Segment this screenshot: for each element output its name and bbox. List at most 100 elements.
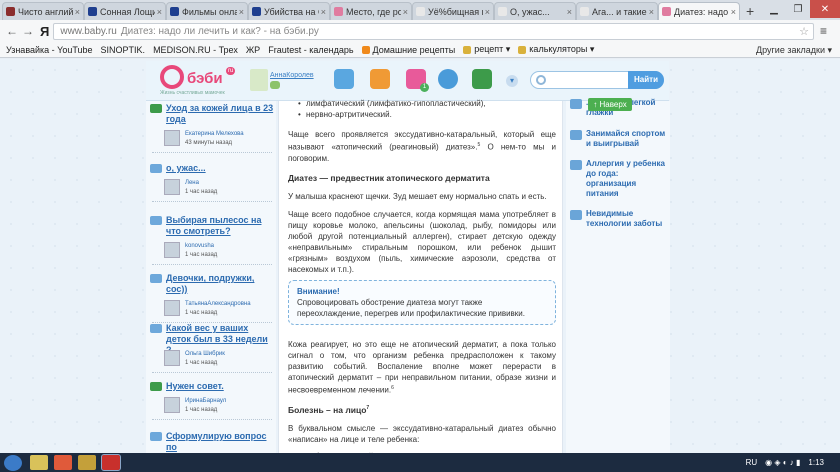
tab-close-icon[interactable]: × — [485, 7, 490, 17]
avatar[interactable] — [164, 397, 180, 413]
bookmark-item[interactable]: SINOPTIK. — [101, 45, 146, 55]
bookmark-label: калькуляторы ▾ — [529, 44, 595, 54]
app-icon[interactable] — [54, 455, 72, 470]
url-field[interactable]: www.baby.ru Диатез: надо ли лечить и как… — [53, 22, 814, 40]
related-link[interactable]: Невидимые технологии заботы — [586, 209, 668, 229]
explorer-icon[interactable] — [30, 455, 48, 470]
search-button[interactable]: Найти — [628, 71, 664, 89]
avatar[interactable] — [250, 69, 268, 91]
logo-circle-icon — [160, 65, 184, 89]
topic-author[interactable]: ИринаБарнаул — [185, 398, 226, 404]
clock[interactable]: 1:13 — [808, 458, 824, 467]
tab-title: Чисто английск — [18, 6, 73, 17]
back-icon[interactable]: ← — [4, 24, 20, 38]
topic-title[interactable]: Выбирая пылесос на что смотреть? — [166, 215, 274, 237]
chat-icon — [150, 216, 162, 225]
computer-icon[interactable] — [472, 69, 492, 89]
avatar[interactable] — [164, 242, 180, 258]
bookmark-item[interactable]: ЖР — [246, 45, 260, 55]
topic-author[interactable]: ТатьянаАлександровна — [185, 301, 251, 307]
other-bookmarks[interactable]: Другие закладки ▾ — [756, 45, 832, 56]
minimize-icon[interactable]: ▁ — [762, 0, 786, 18]
topic-title[interactable]: Девочки, подружки, сос)) — [166, 273, 274, 295]
browser-app-icon[interactable] — [101, 454, 121, 471]
baby-icon[interactable] — [370, 69, 390, 89]
chat-icon — [150, 274, 162, 283]
avatar[interactable] — [164, 130, 180, 146]
topic-title[interactable]: Нужен совет. — [166, 381, 274, 392]
topic-author[interactable]: Екатерина Мелехова — [185, 131, 244, 137]
tab-title: О, ужас... — [510, 6, 550, 17]
forward-icon[interactable]: → — [20, 24, 36, 38]
maximize-icon[interactable]: ❐ — [786, 0, 810, 18]
paragraph-2: У малыша краснеют щечки. Зуд мешает ему … — [288, 191, 547, 201]
check-icon — [150, 104, 162, 113]
bookmark-icon — [463, 45, 472, 54]
tab-6[interactable]: О, ужас... × — [494, 2, 576, 20]
tab-5[interactable]: Уё%бищная вер× — [412, 2, 494, 20]
topic-title[interactable]: Сформулирую вопрос по — [166, 431, 274, 453]
tab-3[interactable]: Убийства на Са× — [248, 2, 330, 20]
search-input[interactable]: Найти — [530, 71, 664, 89]
community-icon[interactable] — [334, 69, 354, 89]
avatar[interactable] — [164, 300, 180, 316]
tab-1[interactable]: Сонная Лощина× — [84, 2, 166, 20]
chat-icon — [150, 164, 162, 173]
heading-1: Диатез — предвестник атопического дермат… — [288, 172, 490, 183]
language-indicator[interactable]: RU — [746, 458, 758, 467]
start-button[interactable] — [4, 454, 22, 471]
tab-close-icon[interactable]: × — [649, 7, 654, 17]
bookmark-item[interactable]: калькуляторы ▾ — [518, 44, 594, 55]
mail-badge: 1 — [420, 83, 429, 92]
topic-author[interactable]: konovusha — [185, 243, 214, 249]
scroll-up-button[interactable]: ↑ Наверх — [588, 98, 632, 111]
related-link[interactable]: Аллергия у ребенка до года: организация … — [586, 159, 668, 199]
new-tab-button[interactable]: + — [746, 2, 754, 20]
tab-title: Фильмы онлайн — [182, 6, 237, 17]
bookmark-icon — [518, 45, 527, 54]
tab-2[interactable]: Фильмы онлайн× — [166, 2, 248, 20]
tab-4[interactable]: Место, где рож× — [330, 2, 412, 20]
avatar[interactable] — [164, 179, 180, 195]
logo-tag: ru — [226, 67, 236, 75]
topic-title[interactable]: о, ужас... — [166, 163, 274, 174]
tab-close-icon[interactable]: × — [321, 7, 326, 17]
bookmark-item[interactable]: Узнавайка - YouTube — [6, 45, 93, 55]
topic-title[interactable]: Уход за кожей лица в 23 года — [166, 103, 274, 125]
related-link[interactable]: Занимайся спортом и выигрывай — [586, 129, 668, 149]
avatar[interactable] — [164, 350, 180, 366]
bookmark-item[interactable]: MEDISON.RU - Трех — [153, 45, 238, 55]
messages-icon[interactable] — [438, 69, 458, 89]
top-list: лимфатический (лимфатико-гипопластически… — [288, 98, 556, 120]
bookmark-item[interactable]: Домашние рецепты — [361, 45, 455, 55]
bookmark-item[interactable]: Frautest - календарь — [268, 45, 353, 55]
yandex-logo[interactable]: Я — [40, 24, 49, 39]
mail-icon[interactable]: 1 — [406, 69, 429, 92]
close-icon[interactable]: ✕ — [810, 0, 840, 18]
tab-title: Диатез: надо — [674, 6, 729, 17]
chevron-down-icon[interactable]: ▾ — [506, 75, 518, 87]
topic-author[interactable]: Ольга Шибрик — [185, 351, 225, 357]
tab-favicon-icon — [88, 7, 97, 16]
tab-favicon-icon — [580, 7, 589, 16]
tab-0[interactable]: Чисто английск× — [2, 2, 84, 20]
tab-close-icon[interactable]: × — [567, 7, 572, 17]
tab-close-icon[interactable]: × — [157, 7, 162, 17]
tray-icons[interactable]: ◉ ◈ ◐ ♪ ▮ — [765, 458, 800, 467]
menu-icon[interactable]: ≡ — [820, 24, 834, 38]
tab-8[interactable]: Диатез: надо × — [658, 2, 740, 20]
tab-title: Место, где рож — [346, 6, 401, 17]
tab-bar: Чисто английск×Сонная Лощина×Фильмы онла… — [0, 0, 840, 20]
folder-icon[interactable] — [78, 455, 96, 470]
tab-close-icon[interactable]: × — [75, 7, 80, 17]
site-logo[interactable]: бэби ru Жизнь счастливых мамочек — [160, 65, 240, 97]
star-icon[interactable]: ☆ — [799, 25, 809, 38]
bookmark-item[interactable]: рецепт ▾ — [463, 44, 510, 55]
tab-close-icon[interactable]: × — [403, 7, 408, 17]
user-name[interactable]: АннаКоролев — [270, 72, 314, 79]
user-box[interactable]: АннаКоролев — [250, 69, 320, 93]
topic-author[interactable]: Лена — [185, 180, 199, 186]
tab-7[interactable]: Ага... и такие × — [576, 2, 658, 20]
tab-close-icon[interactable]: × — [731, 7, 736, 17]
tab-close-icon[interactable]: × — [239, 7, 244, 17]
